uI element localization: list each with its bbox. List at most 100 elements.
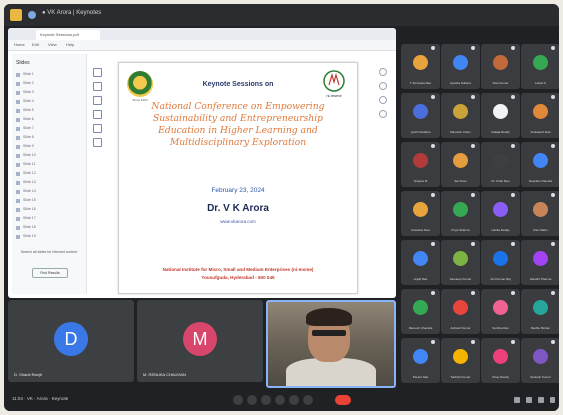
avatar bbox=[493, 202, 508, 217]
text-tool-icon[interactable] bbox=[93, 124, 102, 133]
speaker-camera-tile[interactable] bbox=[266, 300, 396, 388]
mic-muted-icon bbox=[431, 144, 435, 148]
conference-title-line: Multidisciplinary Exploration bbox=[169, 137, 307, 148]
participant-tile[interactable]: Madhu Mohan bbox=[521, 289, 559, 334]
speaker-glasses bbox=[312, 330, 346, 336]
participant-tile[interactable]: Sailaja Reddy bbox=[481, 93, 520, 138]
find-results-button[interactable]: Find Results bbox=[32, 268, 68, 278]
menu-item-edit[interactable]: Edit bbox=[32, 42, 39, 47]
participant-tile-large[interactable]: D D. Shanti Ranjit bbox=[8, 300, 134, 382]
end-call-button[interactable] bbox=[335, 395, 351, 405]
avatar bbox=[493, 104, 508, 119]
avatar bbox=[453, 251, 468, 266]
info-icon[interactable] bbox=[514, 397, 520, 403]
participant-tile[interactable]: Nandini Sharma bbox=[521, 240, 559, 285]
slide-icon bbox=[16, 226, 20, 230]
browser-tab[interactable]: Keynote Sessions.pdf bbox=[36, 30, 100, 40]
highlight-tool-icon[interactable] bbox=[93, 96, 102, 105]
participant-tile[interactable]: Srujana M bbox=[401, 142, 440, 187]
camera-button[interactable] bbox=[247, 395, 257, 405]
mic-muted-icon bbox=[551, 291, 555, 295]
participant-tile[interactable]: Venkatesh Rao bbox=[521, 93, 559, 138]
meeting-top-bar: ● VK Arora | Keynotes bbox=[4, 4, 559, 26]
slide-icon bbox=[16, 235, 20, 239]
avatar bbox=[493, 55, 508, 70]
participant-tile[interactable]: Ravi Kumar bbox=[481, 44, 520, 89]
participant-tile[interactable]: Ashwini Kumar bbox=[441, 289, 480, 334]
thumbnail-label: Slide 3 bbox=[23, 90, 34, 94]
avatar bbox=[493, 153, 508, 168]
participant-tile[interactable]: T Srinivasa Rao bbox=[401, 44, 440, 89]
participant-tile[interactable]: Ayesha Sultana bbox=[441, 44, 480, 89]
thumbnail-label: Slide 8 bbox=[23, 135, 34, 139]
participant-name: Jyothi Vardhan bbox=[410, 130, 431, 134]
participant-tile[interactable]: Anil Kumar Raj bbox=[481, 240, 520, 285]
thumbnail-label: Slide 1 bbox=[23, 72, 34, 76]
participant-name: Madhu Mohan bbox=[530, 326, 551, 330]
people-icon[interactable] bbox=[526, 397, 532, 403]
thumbnail-label: Slide 17 bbox=[23, 216, 36, 220]
mic-button[interactable] bbox=[233, 395, 243, 405]
present-button[interactable] bbox=[275, 395, 285, 405]
slide-kicker: Keynote Sessions on bbox=[202, 81, 274, 88]
slide-icon bbox=[16, 217, 20, 221]
participant-tile[interactable]: Jyothi Vardhan bbox=[401, 93, 440, 138]
rotate-icon[interactable] bbox=[379, 110, 387, 118]
thumbnail-label: Slide 14 bbox=[23, 189, 36, 193]
fit-page-icon[interactable] bbox=[379, 96, 387, 104]
thumbnail-label: Slide 15 bbox=[23, 198, 36, 202]
thumbnail-panel-header: Slides bbox=[16, 60, 30, 66]
slide-icon bbox=[16, 136, 20, 140]
participant-tile[interactable]: Sireesha Devi bbox=[401, 191, 440, 236]
activities-icon[interactable] bbox=[550, 397, 555, 403]
raise-hand-button[interactable] bbox=[303, 395, 313, 405]
zoom-in-icon[interactable] bbox=[379, 68, 387, 76]
svg-text:ni-msme: ni-msme bbox=[326, 93, 342, 98]
participant-tile[interactable]: Ramesh Chandra bbox=[401, 289, 440, 334]
meeting-controls-bar: 11:04 · VK · Arora · Keynote bbox=[4, 388, 559, 411]
participant-tile[interactable]: Priya Sharma bbox=[441, 191, 480, 236]
participant-tile[interactable]: Pavani Nair bbox=[401, 338, 440, 383]
participant-name: T Srinivasa Rao bbox=[409, 81, 432, 85]
menu-item-view[interactable]: View bbox=[48, 42, 57, 47]
participant-tile[interactable]: Sunitha Rao bbox=[481, 289, 520, 334]
more-options-button[interactable] bbox=[289, 395, 299, 405]
participant-tile[interactable]: Sai Kiran bbox=[441, 142, 480, 187]
participant-tile[interactable]: Ram Babu bbox=[521, 191, 559, 236]
mic-muted-icon bbox=[551, 95, 555, 99]
slide-icon bbox=[16, 208, 20, 212]
participant-tile-large[interactable]: M M. RENUKA CHAUHAN bbox=[137, 300, 263, 382]
shape-tool-icon[interactable] bbox=[93, 138, 102, 147]
chat-icon[interactable] bbox=[538, 397, 544, 403]
participant-tile[interactable]: Sathish Kumar bbox=[441, 338, 480, 383]
participant-tile[interactable]: Anjali Rao bbox=[401, 240, 440, 285]
participant-name: Nandini Sharma bbox=[529, 277, 552, 281]
participant-tile[interactable]: Manohar Chary bbox=[441, 93, 480, 138]
participant-tile[interactable]: Harika Reddy bbox=[481, 191, 520, 236]
eraser-tool-icon[interactable] bbox=[93, 110, 102, 119]
avatar bbox=[533, 104, 548, 119]
mic-muted-icon bbox=[431, 340, 435, 344]
slide-thumbnail-panel: Slides Slide 1 Slide 2 Slide 3 Slide 4 Slide… bbox=[12, 54, 87, 294]
mic-muted-icon bbox=[511, 144, 515, 148]
participant-tile[interactable]: Vinay Reddy bbox=[481, 338, 520, 383]
participant-tile[interactable]: Sandeep Kumar bbox=[441, 240, 480, 285]
menu-item-home[interactable]: Home bbox=[14, 42, 25, 47]
mic-muted-icon bbox=[431, 291, 435, 295]
participant-tile[interactable]: Dr. Kiran Rao bbox=[481, 142, 520, 187]
participant-name: Lahari K bbox=[534, 81, 547, 85]
participant-tile[interactable]: Lahari K bbox=[521, 44, 559, 89]
menu-item-help[interactable]: Help bbox=[66, 42, 74, 47]
slide-icon bbox=[16, 118, 20, 122]
participant-tile[interactable]: Deepika Chandra bbox=[521, 142, 559, 187]
meeting-time-label: 11:04 · VK · Arora · Keynote bbox=[12, 396, 69, 401]
cursor-tool-icon[interactable] bbox=[93, 68, 102, 77]
pen-tool-icon[interactable] bbox=[93, 82, 102, 91]
captions-button[interactable] bbox=[261, 395, 271, 405]
zoom-out-icon[interactable] bbox=[379, 82, 387, 90]
participant-name: Vinay Reddy bbox=[492, 375, 509, 379]
participant-tile[interactable]: Santosh Kumar bbox=[521, 338, 559, 383]
avatar bbox=[493, 251, 508, 266]
thumbnail-label: Slide 6 bbox=[23, 117, 34, 121]
presentation-slide: Since 1960 ni-msme Keynote Sessions on N… bbox=[118, 62, 358, 294]
